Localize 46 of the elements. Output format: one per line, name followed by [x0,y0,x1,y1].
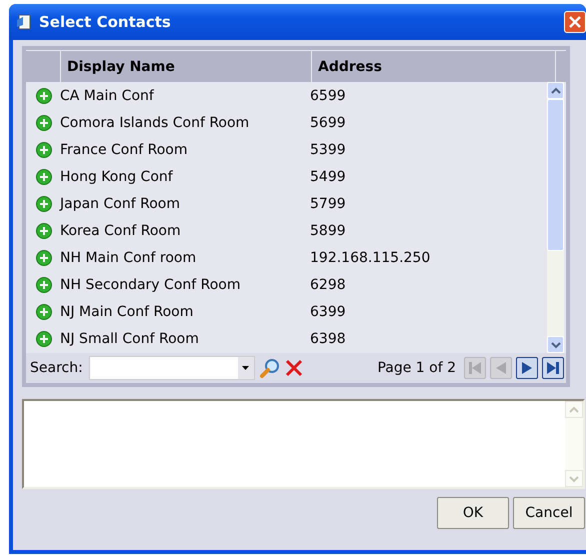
close-icon [568,15,582,29]
clear-icon[interactable] [284,359,303,377]
table-cell-text: Hong Kong Conf [60,168,174,184]
add-icon[interactable] [36,222,52,238]
search-icon[interactable] [258,357,281,379]
table-cell: 6599 [310,88,346,104]
add-icon[interactable] [36,250,52,266]
table-cell-text: Comora Islands Conf Room [60,114,250,130]
table-cell: 5399 [310,142,346,158]
last-arrow-icon [545,360,561,376]
table-cell-text: NJ Small Conf Room [60,330,200,346]
table-cell-text: NH Secondary Conf Room [60,276,242,292]
search-field[interactable] [88,356,255,380]
table-cell-text: CA Main Conf [60,88,155,104]
table-cell: 5499 [310,168,346,184]
last-page-button[interactable] [542,357,564,379]
table-cell-text: NH Main Conf room [60,250,198,266]
close-button[interactable] [564,11,586,33]
table-cell: 5899 [310,222,346,238]
add-icon[interactable] [36,168,52,184]
cancel-button[interactable]: Cancel [513,497,585,529]
add-icon[interactable] [36,88,52,104]
add-icon[interactable] [36,276,52,292]
add-icon[interactable] [36,142,52,158]
search-label: Search: [30,360,83,376]
dropdown-caret-icon [242,366,250,370]
table-cell-text: Japan Conf Room [60,196,181,212]
table-cell: 6399 [310,304,346,320]
table-cell: 6398 [310,330,346,346]
add-icon[interactable] [36,114,52,130]
add-icon[interactable] [36,330,52,346]
next-page-button[interactable] [516,357,538,379]
ok-button[interactable]: OK [437,497,509,529]
table-cell: 192.168.115.250 [310,250,430,266]
table-cell-text: Korea Conf Room [60,222,182,238]
table-cell: 6298 [310,276,346,292]
table-cell-text: NJ Main Conf Room [60,304,194,320]
table-cell-text: France Conf Room [60,142,188,158]
table-cell: 5799 [310,196,346,212]
scrollbar[interactable] [547,82,564,353]
add-icon[interactable] [36,304,52,320]
page-indicator: Page 1 of 2 [377,360,456,376]
first-arrow-icon [467,360,483,376]
window-title: Select Contacts [39,13,171,31]
table-cell: 5699 [310,114,346,130]
add-icon[interactable] [36,196,52,212]
